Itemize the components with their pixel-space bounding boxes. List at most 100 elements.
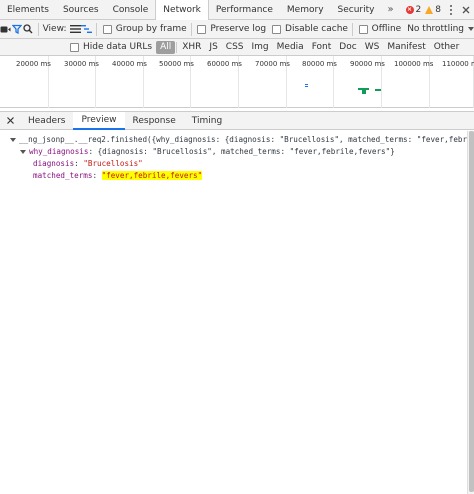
tab-preview[interactable]: Preview [73, 111, 125, 130]
filter-font[interactable]: Font [308, 41, 336, 54]
throttling-select[interactable]: No throttling [407, 24, 474, 34]
timeline-tick-label: 20000 ms [16, 60, 51, 68]
tab-performance[interactable]: Performance [209, 0, 280, 20]
large-rows-icon[interactable] [69, 21, 81, 38]
tab-headers[interactable]: Headers [20, 112, 73, 130]
tab-label: Preview [81, 114, 117, 125]
toolbar-separator [37, 22, 39, 36]
tab-response[interactable]: Response [125, 112, 184, 130]
timeline-request-mark [362, 90, 366, 94]
toolbar-separator [96, 22, 97, 36]
chevron-down-icon [468, 27, 474, 31]
hide-data-urls-checkbox[interactable] [70, 42, 79, 52]
kebab-menu-icon[interactable] [444, 4, 458, 15]
filter-icon[interactable] [11, 21, 22, 38]
tab-memory[interactable]: Memory [280, 0, 331, 20]
more-tabs-button[interactable]: » [382, 4, 400, 15]
timeline-request-mark [375, 89, 381, 91]
disable-cache-checkbox[interactable] [272, 24, 282, 34]
offline-checkbox[interactable] [358, 24, 368, 34]
tree-node-matched-terms[interactable]: matched_terms: "fever,febrile,fevers" [0, 170, 467, 182]
network-toolbar: View: Group by frame Preserve log Disabl… [0, 20, 474, 39]
timeline-tick-label: 30000 ms [64, 60, 99, 68]
tab-label: Timing [191, 115, 223, 126]
filter-separator [176, 41, 178, 53]
tab-label: Memory [286, 4, 324, 15]
root-object-summary: __ng_jsonp__.__req2.finished({why_diagno… [19, 135, 467, 144]
tab-elements[interactable]: Elements [0, 0, 56, 20]
filter-css[interactable]: CSS [222, 41, 248, 54]
timeline-request-mark [305, 84, 308, 85]
view-label: View: [42, 24, 67, 34]
timeline-tick-label: 50000 ms [159, 60, 194, 68]
filter-js[interactable]: JS [205, 41, 221, 54]
tab-timing[interactable]: Timing [184, 112, 230, 130]
waterfall-overview-icon[interactable] [80, 21, 92, 38]
record-icon[interactable] [0, 21, 11, 38]
tree-node-diagnosis[interactable]: diagnosis: "Brucellosis" [0, 158, 467, 170]
tab-label: Response [132, 115, 176, 126]
timeline-tick-label: 100000 ms [394, 60, 434, 68]
timeline-request-mark [305, 86, 308, 87]
timeline-overview[interactable]: 20000 ms 30000 ms 40000 ms 50000 ms 6000… [0, 56, 474, 108]
json-preview: __ng_jsonp__.__req2.finished({why_diagno… [0, 131, 467, 494]
key-colon: : [92, 171, 102, 180]
tab-label: Performance [215, 4, 273, 15]
tab-security[interactable]: Security [331, 0, 382, 20]
toolbar-separator [190, 22, 192, 36]
timeline-tick-label: 110000 ms [442, 60, 474, 68]
scrollbar-thumb[interactable] [469, 131, 474, 492]
search-icon[interactable] [23, 21, 34, 38]
tab-console[interactable]: Console [106, 0, 156, 20]
object-summary: : {diagnosis: "Brucellosis", matched_ter… [88, 147, 395, 156]
tab-label: Sources [62, 4, 99, 15]
warning-icon[interactable] [425, 5, 434, 14]
property-key: why_diagnosis [29, 147, 89, 156]
expand-triangle-icon[interactable] [20, 150, 26, 154]
tab-label: Network [163, 4, 201, 15]
filter-xhr[interactable]: XHR [178, 41, 205, 54]
property-value: "Brucellosis" [83, 159, 143, 168]
hide-data-urls-label[interactable]: Hide data URLs [83, 42, 152, 52]
warning-count[interactable]: 8 [435, 5, 441, 15]
group-by-frame-label[interactable]: Group by frame [116, 24, 187, 34]
filter-manifest[interactable]: Manifest [383, 41, 429, 54]
close-details-icon[interactable] [0, 117, 20, 124]
expand-triangle-icon[interactable] [10, 138, 16, 142]
filter-ws[interactable]: WS [361, 41, 384, 54]
close-devtools-icon[interactable] [458, 1, 474, 18]
tab-label: Elements [7, 4, 49, 15]
key-colon: : [74, 159, 84, 168]
tab-label: Headers [28, 115, 66, 126]
timeline-tick-label: 90000 ms [350, 60, 385, 68]
throttling-value: No throttling [407, 24, 465, 34]
tree-node-root[interactable]: __ng_jsonp__.__req2.finished({why_diagno… [0, 134, 467, 146]
request-details-tabs: Headers Preview Response Timing [0, 111, 474, 130]
toolbar-separator [351, 22, 353, 36]
filter-all[interactable]: All [156, 40, 176, 54]
property-key: diagnosis [33, 159, 75, 168]
preserve-log-label[interactable]: Preserve log [210, 24, 266, 34]
devtools-tab-bar: Elements Sources Console Network Perform… [0, 0, 474, 20]
preserve-log-checkbox[interactable] [197, 24, 207, 34]
tab-label: Security [337, 4, 375, 15]
timeline-tick-label: 40000 ms [112, 60, 147, 68]
tab-network[interactable]: Network [155, 0, 209, 20]
timeline-tick-label: 60000 ms [207, 60, 242, 68]
tab-sources[interactable]: Sources [56, 0, 106, 20]
error-count[interactable]: 2 [416, 5, 422, 15]
tab-label: Console [112, 4, 149, 15]
highlighted-property-value: "fever,febrile,fevers" [101, 171, 203, 180]
request-type-filter-bar: Hide data URLs All XHR JS CSS Img Media … [0, 39, 474, 56]
group-by-frame-checkbox[interactable] [102, 24, 112, 34]
filter-media[interactable]: Media [273, 41, 308, 54]
tree-node-why-diagnosis[interactable]: why_diagnosis: {diagnosis: "Brucellosis"… [0, 146, 467, 158]
preview-scrollbar[interactable] [467, 131, 474, 494]
filter-other[interactable]: Other [430, 41, 464, 54]
timeline-tick-label: 80000 ms [302, 60, 337, 68]
error-icon[interactable]: × [405, 5, 414, 14]
disable-cache-label[interactable]: Disable cache [285, 24, 348, 34]
offline-label[interactable]: Offline [372, 24, 402, 34]
filter-img[interactable]: Img [248, 41, 273, 54]
filter-doc[interactable]: Doc [335, 41, 360, 54]
